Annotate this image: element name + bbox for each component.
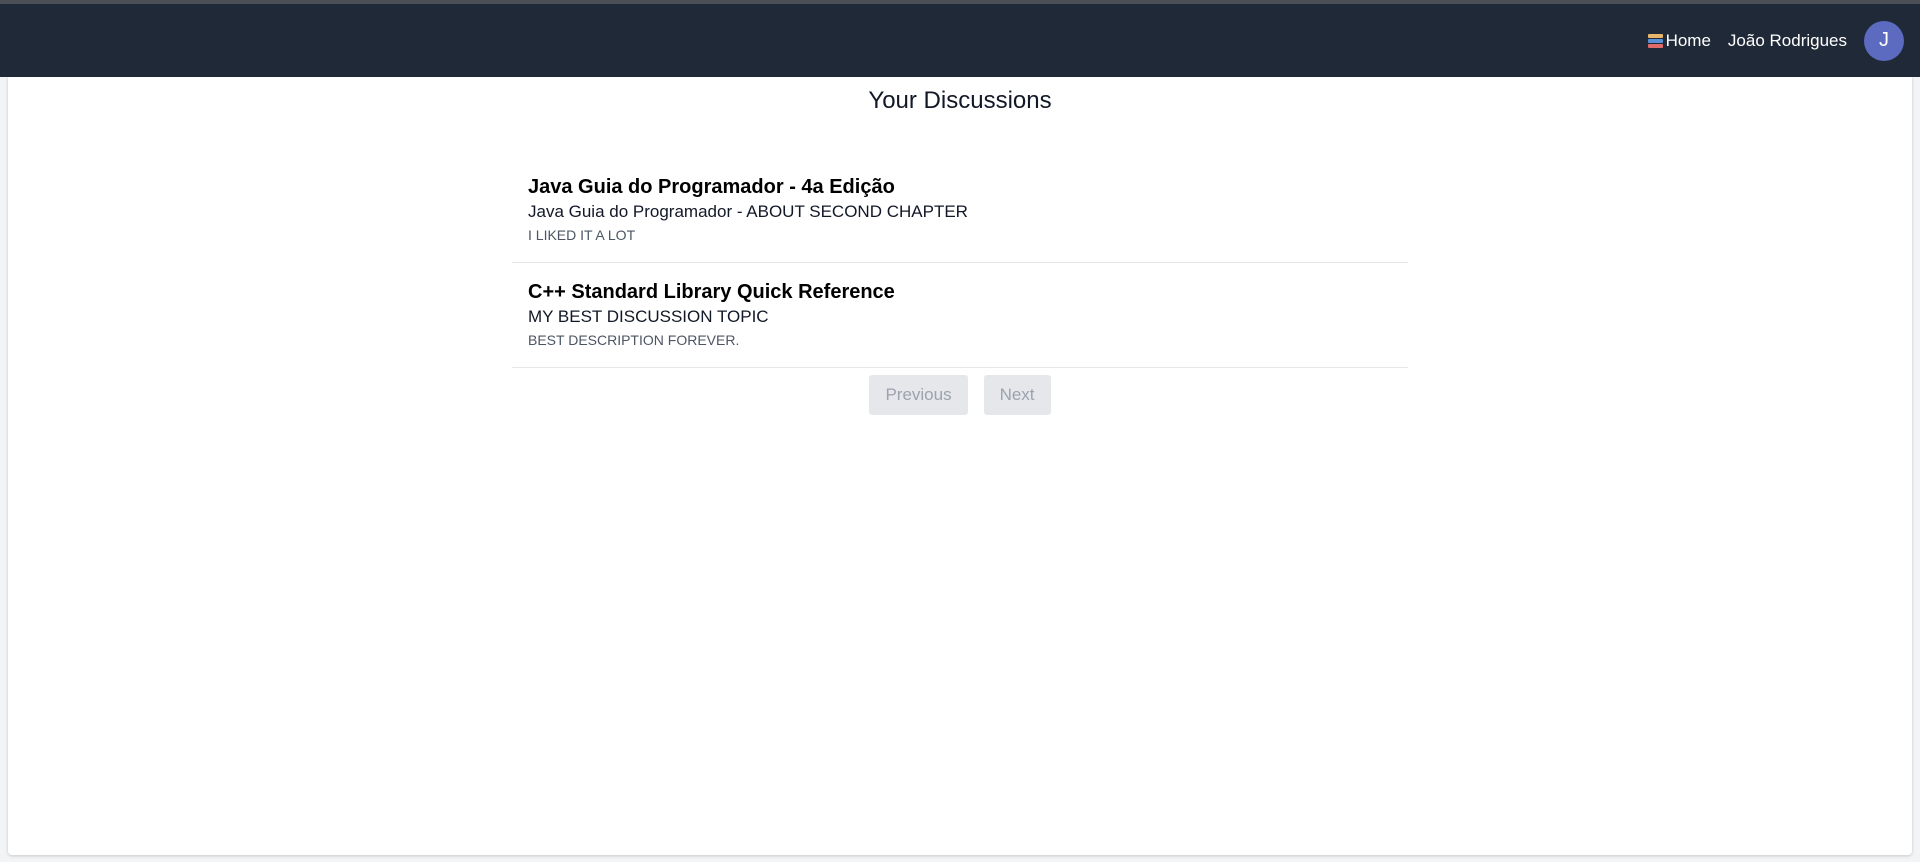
navbar: Home João Rodrigues J [0, 4, 1920, 77]
discussion-list: Java Guia do Programador - 4a Edição Jav… [512, 158, 1408, 368]
previous-button[interactable]: Previous [869, 375, 968, 415]
home-link[interactable]: Home [1647, 30, 1711, 51]
discussion-item[interactable]: Java Guia do Programador - 4a Edição Jav… [512, 158, 1408, 263]
discussion-book-title: C++ Standard Library Quick Reference [528, 281, 895, 303]
navbar-right-group: Home João Rodrigues J [1647, 4, 1904, 77]
discussion-item[interactable]: C++ Standard Library Quick Reference MY … [512, 263, 1408, 368]
avatar[interactable]: J [1864, 20, 1904, 61]
next-button[interactable]: Next [983, 375, 1051, 415]
main-content-card: Your Discussions Java Guia do Programado… [8, 77, 1912, 855]
page-title: Your Discussions [868, 87, 1052, 114]
books-icon [1647, 33, 1663, 49]
discussion-description: I LIKED IT A LOT [528, 227, 636, 243]
discussion-description: BEST DESCRIPTION FOREVER. [528, 332, 740, 348]
home-link-label: Home [1665, 30, 1711, 50]
discussion-topic-title: MY BEST DISCUSSION TOPIC [528, 307, 769, 326]
pagination: Previous Next [8, 375, 1912, 415]
discussion-book-title: Java Guia do Programador - 4a Edição [528, 176, 895, 198]
user-name-link[interactable]: João Rodrigues [1728, 31, 1847, 51]
discussion-topic-title: Java Guia do Programador - ABOUT SECOND … [528, 202, 968, 221]
